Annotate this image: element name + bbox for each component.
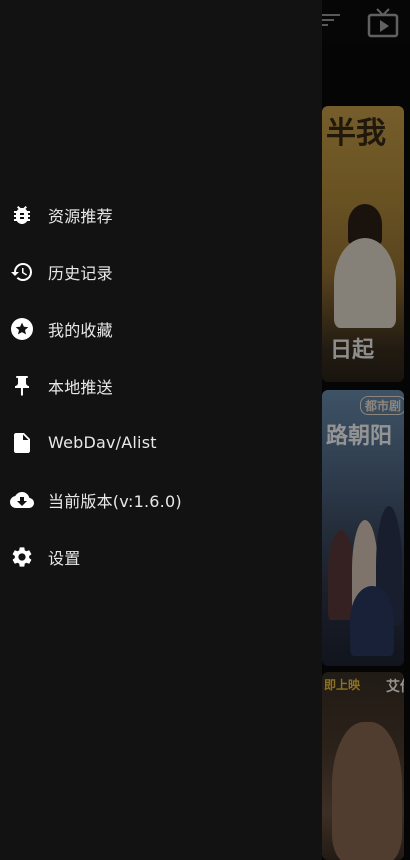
settings-icon — [10, 545, 34, 569]
menu-item-label: WebDav/Alist — [48, 433, 157, 452]
star-icon — [10, 317, 34, 341]
pin-icon — [10, 374, 34, 398]
screen: 半我 日起 都市剧 路朝阳 即上映 艾伦 资源推荐 — [0, 0, 410, 860]
menu-item-local-push[interactable]: 本地推送 — [0, 357, 322, 414]
menu-item-current-version[interactable]: 当前版本(v:1.6.0) — [0, 471, 322, 528]
menu-item-label: 设置 — [48, 548, 81, 568]
menu-item-label: 当前版本(v:1.6.0) — [48, 491, 182, 511]
menu-item-settings[interactable]: 设置 — [0, 528, 322, 585]
file-icon — [10, 431, 34, 455]
menu-item-favorites[interactable]: 我的收藏 — [0, 300, 322, 357]
menu-item-label: 我的收藏 — [48, 320, 113, 340]
menu-item-label: 资源推荐 — [48, 206, 113, 226]
menu-item-recommended-sources[interactable]: 资源推荐 — [0, 186, 322, 243]
menu-item-label: 本地推送 — [48, 377, 113, 397]
menu-item-history[interactable]: 历史记录 — [0, 243, 322, 300]
cloud-download-icon — [10, 488, 34, 512]
menu-item-label: 历史记录 — [48, 263, 113, 283]
navigation-drawer: 资源推荐 历史记录 我的收藏 本地推送 WebDav/Alist 当前版本(v:… — [0, 0, 322, 860]
bug-icon — [10, 203, 34, 227]
history-icon — [10, 260, 34, 284]
menu-item-webdav-alist[interactable]: WebDav/Alist — [0, 414, 322, 471]
drawer-menu: 资源推荐 历史记录 我的收藏 本地推送 WebDav/Alist 当前版本(v:… — [0, 186, 322, 585]
